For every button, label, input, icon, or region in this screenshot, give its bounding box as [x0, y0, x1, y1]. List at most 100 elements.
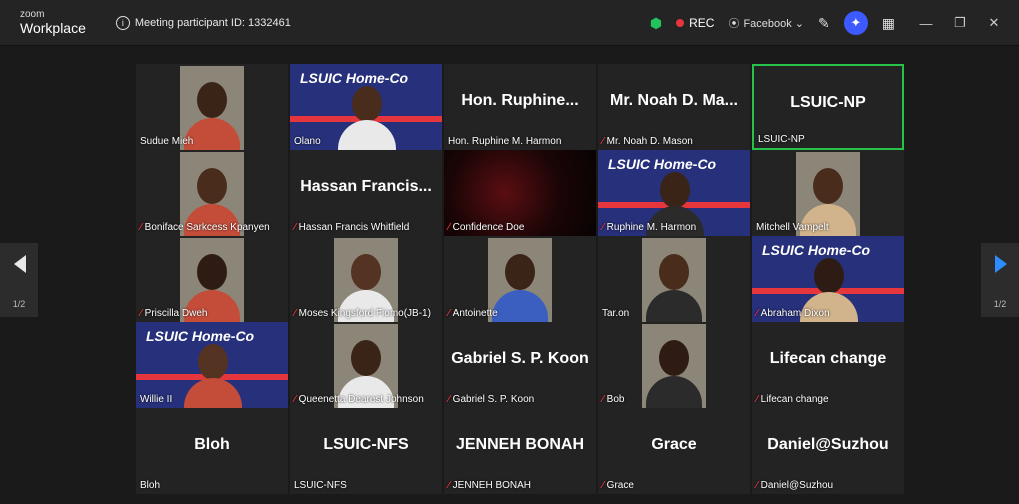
poster-title: LSUIC Home-Co — [300, 70, 409, 86]
participant-name: Bloh — [140, 480, 161, 491]
restore-icon[interactable]: ❐ — [943, 15, 977, 31]
participant-tile[interactable]: Gabriel S. P. Koon ⁄ Gabriel S. P. Koon — [444, 322, 596, 408]
person-head — [197, 254, 227, 290]
person-body — [492, 290, 548, 322]
participant-tile[interactable]: ⁄ Moses Kingsford Fiomo(JB-1) — [290, 236, 442, 322]
participant-display-name: Bloh — [194, 436, 230, 453]
brand-line1: zoom — [20, 9, 45, 20]
participant-name: Ruphine M. Harmon — [606, 222, 697, 233]
participant-tile[interactable]: LSUIC Home-Co ⁄ Abraham Dixon — [752, 236, 904, 322]
mic-muted-icon: ⁄ — [294, 222, 296, 233]
participant-name: LSUIC-NP — [758, 134, 805, 145]
participant-name-label: ⁄ Daniel@Suzhou — [756, 480, 833, 491]
mic-muted-icon: ⁄ — [448, 480, 450, 491]
page-indicator-left: 1/2 — [12, 299, 26, 309]
poster-title: LSUIC Home-Co — [762, 242, 871, 258]
participant-name: Willie II — [140, 394, 173, 405]
annotate-icon[interactable]: ✎ — [818, 15, 830, 32]
participant-tile[interactable]: Sudue Mieh — [136, 64, 288, 150]
participant-tile[interactable]: Bloh Bloh — [136, 408, 288, 494]
participant-name-label: Hon. Ruphine M. Harmon — [448, 136, 561, 147]
person-head — [660, 172, 690, 208]
mic-muted-icon: ⁄ — [448, 222, 450, 233]
participant-name: Hassan Francis Whitfield — [298, 222, 410, 233]
participant-name: LSUIC-NFS — [294, 480, 347, 491]
participant-name-label: LSUIC-NFS — [294, 480, 347, 491]
participant-name-label: ⁄ Hassan Francis Whitfield — [294, 222, 409, 233]
live-stream-facebook[interactable]: ⦿ Facebook ⌄ — [728, 15, 804, 31]
participant-display-name: Gabriel S. P. Koon — [451, 350, 589, 367]
mic-muted-icon: ⁄ — [756, 394, 758, 405]
broadcast-icon: ⦿ — [728, 18, 740, 30]
participant-tile[interactable]: Hassan Francis... ⁄ Hassan Francis Whitfie… — [290, 150, 442, 236]
participant-name-label: ⁄ Bob — [602, 394, 624, 405]
participant-display-name: Mr. Noah D. Ma... — [609, 92, 738, 109]
person-body — [646, 376, 702, 408]
participant-display-name: Hon. Ruphine... — [461, 92, 579, 109]
window-tools: ⬢ REC ⦿ Facebook ⌄ ✎ ✦ ▦ — ❐ ✕ — [650, 0, 1011, 46]
participant-tile[interactable]: ⁄ Priscilla Dweh — [136, 236, 288, 322]
participant-tile[interactable]: ⁄ Confidence Doe — [444, 150, 596, 236]
meeting-id-info[interactable]: i Meeting participant ID: 1332461 — [115, 15, 291, 30]
record-dot-icon — [676, 19, 685, 27]
participant-display-name: Lifecan change — [769, 350, 887, 367]
mic-muted-icon: ⁄ — [140, 308, 142, 319]
participant-tile[interactable]: LSUIC-NP LSUIC-NP — [752, 64, 904, 150]
participant-name: Tar.on — [602, 308, 630, 319]
minimize-icon[interactable]: — — [909, 16, 943, 31]
person-head — [505, 254, 535, 290]
close-icon[interactable]: ✕ — [977, 15, 1011, 31]
participant-name-label: Bloh — [140, 480, 160, 491]
meeting-id-label: Meeting participant ID: 1332461 — [134, 16, 291, 29]
mic-muted-icon: ⁄ — [602, 136, 604, 147]
participant-name-label: ⁄ Confidence Doe — [448, 222, 524, 233]
video-feed — [642, 324, 706, 408]
mic-muted-icon: ⁄ — [294, 308, 296, 319]
participant-tile[interactable]: Tar.on — [598, 236, 750, 322]
participant-name: Hon. Ruphine M. Harmon — [448, 136, 562, 147]
participant-name: Abraham Dixon — [760, 308, 830, 319]
participant-name-label: LSUIC-NP — [758, 134, 805, 145]
recording-indicator[interactable]: REC — [676, 16, 714, 30]
participant-tile[interactable]: Grace ⁄ Grace — [598, 408, 750, 494]
participant-tile[interactable]: LSUIC Home-Co Willie II — [136, 322, 288, 408]
person-head — [659, 254, 689, 290]
participant-tile[interactable]: LSUIC Home-Co Olano — [290, 64, 442, 150]
participant-tile[interactable]: Mitchell Vampelt — [752, 150, 904, 236]
participant-tile[interactable]: Hon. Ruphine... Hon. Ruphine M. Harmon — [444, 64, 596, 150]
mic-muted-icon: ⁄ — [602, 222, 604, 233]
mic-muted-icon: ⁄ — [448, 308, 450, 319]
participant-name-label: ⁄ Boniface Sarkcess Kpanyen — [140, 222, 270, 233]
participant-name: Confidence Doe — [452, 222, 525, 233]
gallery-grid-icon[interactable]: ▦ — [882, 15, 895, 32]
participant-tile[interactable]: ⁄ Antoinette — [444, 236, 596, 322]
next-page-button[interactable]: 1/2 — [981, 243, 1019, 317]
video-feed — [642, 238, 706, 322]
participant-name-label: Tar.on — [602, 308, 629, 319]
participant-tile[interactable]: LSUIC Home-Co ⁄ Ruphine M. Harmon — [598, 150, 750, 236]
poster-title: LSUIC Home-Co — [146, 328, 255, 344]
mic-muted-icon: ⁄ — [140, 222, 142, 233]
participant-tile[interactable]: ⁄ Bob — [598, 322, 750, 408]
participant-display-name: JENNEH BONAH — [455, 436, 584, 453]
participant-name-label: ⁄ Ruphine M. Harmon — [602, 222, 696, 233]
zoom-logo: zoom Workplace — [20, 9, 86, 36]
participant-tile[interactable]: Lifecan change ⁄ Lifecan change — [752, 322, 904, 408]
participant-tile[interactable]: ⁄ Queenetta Dearest Johnson — [290, 322, 442, 408]
participant-tile[interactable]: ⁄ Boniface Sarkcess Kpanyen — [136, 150, 288, 236]
participant-tile[interactable]: JENNEH BONAH ⁄ JENNEH BONAH — [444, 408, 596, 494]
participant-tile[interactable]: LSUIC-NFS LSUIC-NFS — [290, 408, 442, 494]
person-head — [659, 340, 689, 376]
person-head — [351, 254, 381, 290]
participant-tile[interactable]: Mr. Noah D. Ma... ⁄ Mr. Noah D. Mason — [598, 64, 750, 150]
previous-page-button[interactable]: 1/2 — [0, 243, 38, 317]
person-body — [646, 290, 702, 322]
mic-muted-icon: ⁄ — [756, 480, 758, 491]
brand-line2: Workplace — [20, 20, 86, 36]
participant-name-label: Willie II — [140, 394, 172, 405]
person-head — [814, 258, 844, 294]
ai-companion-icon[interactable]: ✦ — [843, 11, 868, 35]
participant-tile[interactable]: Daniel@Suzhou ⁄ Daniel@Suzhou — [752, 408, 904, 494]
person-head — [197, 82, 227, 118]
shield-icon[interactable]: ⬢ — [650, 15, 662, 32]
